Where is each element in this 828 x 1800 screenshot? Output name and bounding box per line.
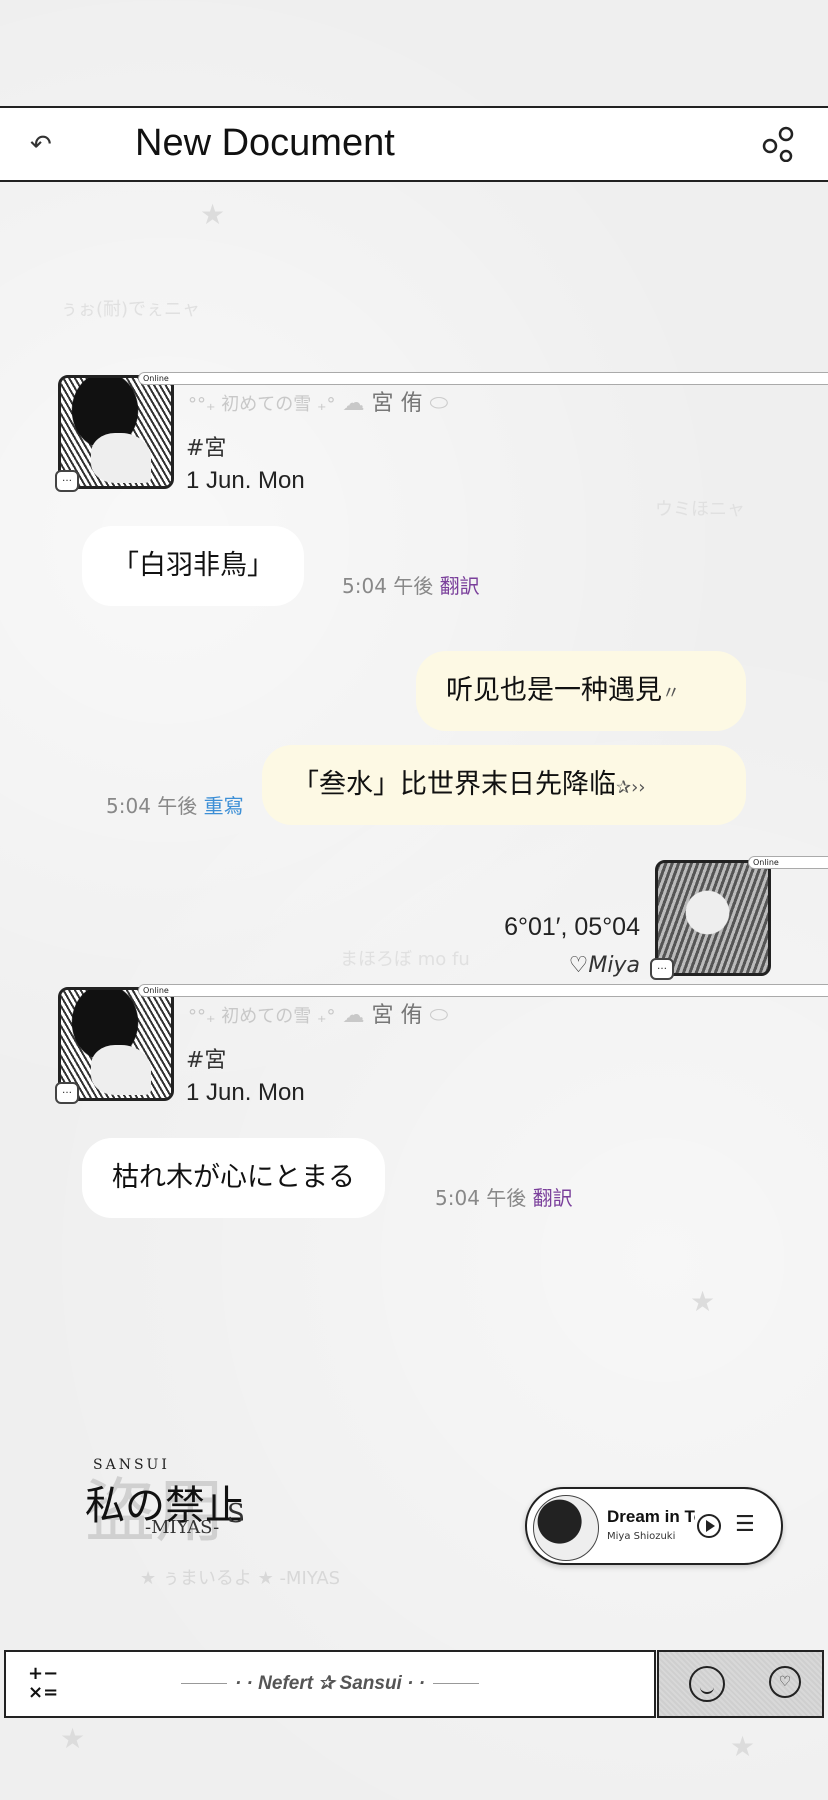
self-name: ♡Miya [568,953,640,978]
star-decoration: ★ [200,198,226,231]
coordinates-text: 6°01′, 05°04 [504,913,640,941]
share-icon[interactable] [762,126,798,162]
page-title: New Document [135,122,395,164]
chat-icon: … [650,958,674,980]
resend-link[interactable]: 重寫 [204,794,244,818]
online-badge: Online [138,372,828,385]
message-meta: 5:04 午後 翻訳 [435,1186,573,1210]
profile-date: 1 Jun. Mon [186,467,305,494]
chat-icon: … [55,1082,79,1104]
top-bar: ↶ New Document [0,106,828,182]
music-player[interactable]: Dream in Tokyo Miya Shiozuki ☰ [525,1487,783,1565]
message-bubble[interactable]: 「白羽非鳥」 [82,526,304,606]
sticker-icon[interactable]: ♡ [769,1666,801,1698]
message-meta: 5:04 午後 翻訳 [342,574,480,598]
self-avatar[interactable] [655,860,771,976]
profile-tag: #宮 [186,436,227,461]
star-decoration: ★ [60,1722,86,1755]
online-badge: Online [748,856,828,869]
background-text: ウミほニャ [655,499,745,520]
sansui-logo: 盗用 SANSUI 私の禁止 -MIYAS- S [85,1457,245,1552]
song-artist: Miya Shiozuki [607,1531,676,1542]
cloud-icon: ☁ [342,1003,365,1028]
play-icon[interactable] [697,1514,721,1538]
message-bubble-own[interactable]: 听见也是一种遇見〃 [416,651,746,731]
action-bar: ♡ [657,1650,824,1718]
album-cover [533,1495,599,1561]
translate-link[interactable]: 翻訳 [440,574,480,598]
chat-icon: … [55,470,79,492]
halo-icon: ⬭ [429,391,449,416]
emoji-icon[interactable] [689,1666,725,1702]
song-title: Dream in Tokyo [607,1507,695,1526]
input-bar[interactable]: +− ×= · · Nefert ✰ Sansui · · [4,1650,656,1718]
star-decoration: ★ [690,1285,716,1318]
profile-date: 1 Jun. Mon [186,1079,305,1106]
background-text: まほろぼ mo fu [340,949,470,970]
back-icon[interactable]: ↶ [30,130,52,160]
message-bubble[interactable]: 枯れ木が心にとまる [82,1138,385,1218]
signature-text: · · Nefert ✰ Sansui · · [6,1672,654,1695]
profile-name: °°₊ 初めての雪 ₊° ☁ 宮 侑 ⬭ [188,1003,449,1028]
star-decoration: ★ [730,1730,756,1763]
profile-name: °°₊ 初めての雪 ₊° ☁ 宮 侑 ⬭ [188,391,449,416]
message-bubble-own[interactable]: 「叁水」比世界末日先降临✰›› [262,745,746,825]
background-text: ★ ぅまいるよ ★ -MIYAS [140,1568,341,1589]
background-text: ぅぉ(耐)でぇニャ [60,299,201,320]
online-badge: Online [138,984,828,997]
cloud-icon: ☁ [342,391,365,416]
playlist-icon[interactable]: ☰ [735,1514,755,1536]
message-meta: 5:04 午後 重寫 [106,794,244,818]
halo-icon: ⬭ [429,1003,449,1028]
translate-link[interactable]: 翻訳 [533,1186,573,1210]
profile-tag: #宮 [186,1048,227,1073]
